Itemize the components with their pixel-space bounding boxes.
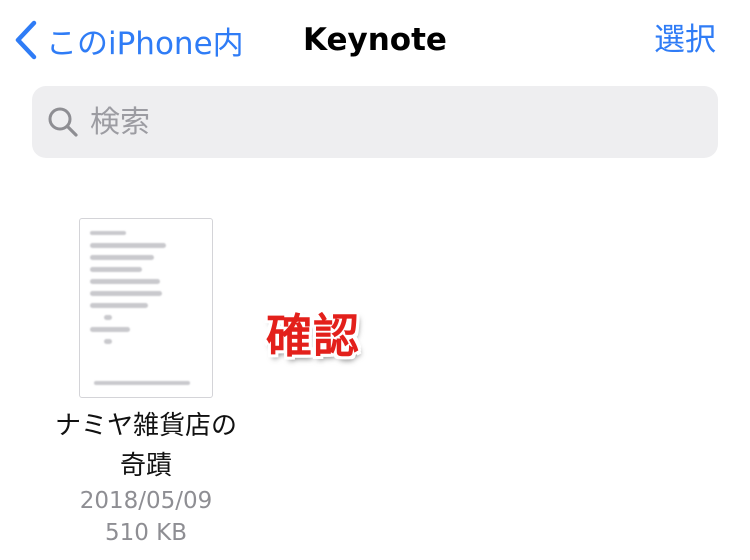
- search-bar[interactable]: [32, 86, 718, 158]
- file-name-line-1: ナミヤ雑貨店の: [54, 411, 237, 441]
- thumbnail-text-line: [94, 381, 190, 385]
- thumbnail-text-line: [104, 315, 112, 320]
- document-thumbnail: [79, 218, 213, 398]
- thumbnail-text-line: [90, 243, 166, 248]
- thumbnail-text-line: [90, 291, 162, 296]
- back-button-label: このiPhone内: [46, 25, 244, 62]
- file-date: 2018/05/09: [79, 488, 213, 514]
- annotation-label: 確認: [266, 309, 360, 363]
- search-icon: [46, 105, 80, 139]
- thumbnail-text-line: [90, 327, 130, 332]
- thumbnail-text-line: [90, 255, 154, 260]
- thumbnail-text-line: [104, 339, 112, 344]
- file-name-line-2: 奇蹟: [119, 451, 172, 481]
- thumbnail-text-line: [90, 231, 126, 235]
- thumbnail-text-line: [90, 267, 142, 272]
- file-name: ナミヤ雑貨店の 奇蹟: [36, 406, 256, 486]
- page-title: Keynote: [303, 22, 447, 58]
- chevron-left-icon: [14, 20, 38, 60]
- back-button[interactable]: このiPhone内: [14, 16, 244, 64]
- thumbnail-text-line: [90, 279, 160, 284]
- select-button[interactable]: 選択: [654, 18, 716, 62]
- navigation-bar: このiPhone内 Keynote 選択: [0, 0, 750, 80]
- file-size: 510 KB: [104, 520, 188, 546]
- files-screen: このiPhone内 Keynote 選択 ナミヤ雑貨: [0, 0, 750, 560]
- thumbnail-text-line: [90, 303, 148, 308]
- search-input[interactable]: [90, 92, 650, 152]
